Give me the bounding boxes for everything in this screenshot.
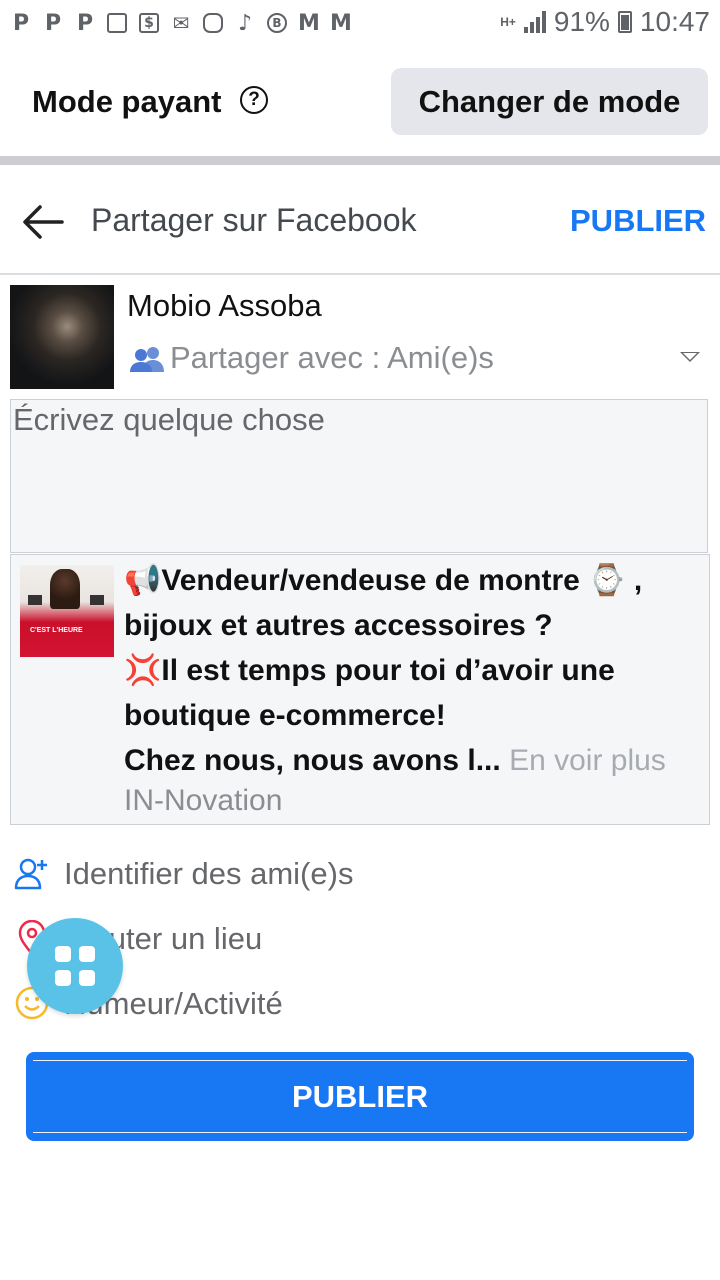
change-mode-button[interactable]: Changer de mode <box>391 68 708 135</box>
post-line: Il est temps pour toi d’avoir une <box>161 654 615 687</box>
mode-title: Mode payant <box>32 84 222 119</box>
post-text: 📢Vendeur/vendeuse de montre ⌚ , bijoux e… <box>124 558 704 783</box>
b-icon: B <box>264 10 290 36</box>
publish-header-button[interactable]: PUBLIER <box>570 203 706 239</box>
compose-input[interactable] <box>13 402 703 548</box>
mail-icon: ✉ <box>172 11 190 35</box>
notification-icons: P P P $ ✉ ♪ B M M <box>8 10 354 36</box>
post-line: Chez nous, nous avons l... <box>124 744 501 777</box>
see-more-link[interactable]: En voir plus <box>509 744 666 777</box>
instagram-icon <box>200 10 226 36</box>
gmail-icon: M <box>330 10 352 36</box>
page-title: Partager sur Facebook <box>91 202 417 238</box>
megaphone-icon: 📢 <box>124 563 162 598</box>
battery-percent: 91% <box>553 6 610 37</box>
friends-icon <box>130 347 164 372</box>
header-divider <box>0 273 720 275</box>
dollar-icon: $ <box>136 10 162 36</box>
thumbnail-caption: C'EST L'HEURE <box>30 627 83 634</box>
back-arrow-icon[interactable] <box>22 204 64 240</box>
audience-selector[interactable]: Partager avec : Ami(e)s <box>170 340 494 376</box>
grid-icon <box>55 946 95 986</box>
p-icon: P <box>12 10 30 36</box>
publish-button[interactable]: PUBLIER <box>26 1052 694 1141</box>
post-thumbnail: C'EST L'HEURE <box>20 565 114 657</box>
clock: 10:47 <box>639 6 710 37</box>
anger-icon: 💢 <box>124 653 162 688</box>
battery-icon <box>617 11 632 33</box>
tag-friends-option[interactable]: Identifier des ami(e)s <box>64 856 353 892</box>
p-icon: P <box>44 10 62 36</box>
chevron-down-icon-inner <box>683 353 697 360</box>
image-icon <box>104 10 130 36</box>
avatar <box>10 285 114 389</box>
system-status: H+ 91% 10:47 <box>500 6 710 38</box>
floating-grid-button[interactable] <box>27 918 123 1014</box>
section-divider <box>0 156 720 165</box>
network-type: H+ <box>500 14 516 29</box>
post-source: IN-Novation <box>124 784 283 817</box>
gmail-icon: M <box>298 10 320 36</box>
tiktok-icon: ♪ <box>237 10 253 36</box>
watch-icon: ⌚ <box>588 563 626 598</box>
status-bar: P P P $ ✉ ♪ B M M H+ 91% 10:47 <box>0 0 720 48</box>
user-name: Mobio Assoba <box>127 288 322 323</box>
p-icon: P <box>76 10 94 36</box>
post-line: , <box>625 564 643 597</box>
post-line: bijoux et autres accessoires ? <box>124 609 553 642</box>
post-line: Vendeur/vendeuse de montre <box>161 564 589 597</box>
help-icon[interactable]: ? <box>240 86 268 114</box>
signal-icon <box>523 11 546 33</box>
post-line: boutique e-commerce! <box>124 699 446 732</box>
tag-friend-icon[interactable] <box>14 855 50 891</box>
